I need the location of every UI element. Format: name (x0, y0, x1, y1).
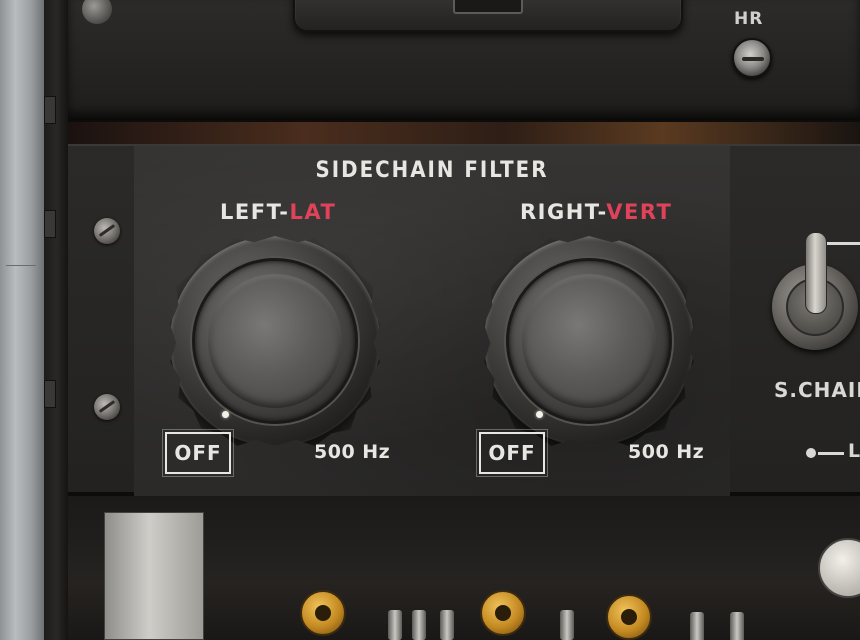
screw-icon (82, 0, 112, 24)
knob-cap (522, 274, 656, 408)
selector-line (818, 452, 844, 455)
component (560, 610, 574, 640)
left-label-prefix: LEFT- (220, 200, 290, 224)
rack-tab (44, 210, 56, 238)
knob-cap (208, 274, 342, 408)
right-label-accent: VERT (606, 200, 673, 224)
left-rack-rail (0, 0, 44, 640)
hr-label: HR (734, 9, 764, 29)
knob-indicator-icon (536, 411, 543, 418)
right-filter-knob[interactable] (484, 236, 694, 446)
left-filter-knob[interactable] (170, 236, 380, 446)
component (690, 612, 704, 640)
right-label-prefix: RIGHT- (520, 200, 607, 224)
left-off-button[interactable]: OFF (162, 429, 234, 477)
top-display-window (293, 0, 683, 32)
component (412, 610, 426, 640)
knob-indicator-icon (222, 411, 229, 418)
component (440, 610, 454, 640)
schain-toggle-switch[interactable] (772, 232, 858, 350)
rack-tab (44, 380, 56, 408)
left-channel-label: LEFT-LAT (220, 200, 336, 224)
chassis-gap (68, 122, 860, 144)
toggle-switch-icon (805, 232, 827, 314)
display-slot (453, 0, 523, 14)
screw-icon (94, 394, 120, 420)
panel-title: SIDECHAIN FILTER (315, 158, 549, 183)
capacitor (606, 594, 652, 640)
component (730, 612, 744, 640)
component (388, 610, 402, 640)
schain-label: S.CHAIN (774, 378, 860, 402)
capacitor (300, 590, 346, 636)
selector-dot (806, 448, 816, 458)
lower-partial-label: L (848, 440, 860, 462)
sidechain-filter-panel: SIDECHAIN FILTER LEFT-LAT OFF 500 Hz RIG… (134, 146, 730, 496)
screw-icon (94, 218, 120, 244)
right-channel-label: RIGHT-VERT (520, 200, 672, 224)
left-label-accent: LAT (289, 200, 337, 224)
rail-seam (6, 265, 36, 266)
rack-tab (44, 96, 56, 124)
rack-strip (44, 0, 68, 640)
top-module-panel: HR (68, 0, 860, 120)
right-off-button[interactable]: OFF (476, 429, 548, 477)
capacitor (480, 590, 526, 636)
right-frequency-readout: 500 Hz (628, 441, 705, 463)
transformer-block (104, 512, 204, 640)
hr-button-icon (742, 57, 764, 61)
left-frequency-readout: 500 Hz (314, 441, 391, 463)
hr-button[interactable] (732, 38, 772, 78)
sidechain-module: SIDECHAIN FILTER LEFT-LAT OFF 500 Hz RIG… (68, 144, 860, 496)
